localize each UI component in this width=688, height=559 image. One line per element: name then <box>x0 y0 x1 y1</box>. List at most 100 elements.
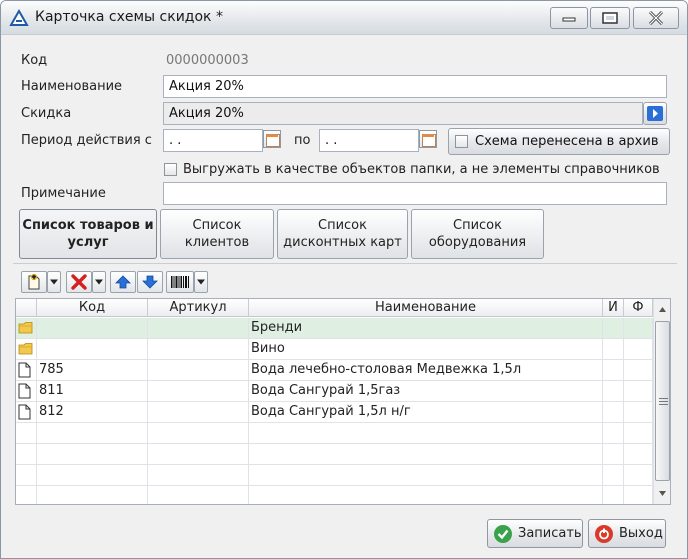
tab-cards-line1: Список <box>318 218 367 233</box>
move-up-button[interactable] <box>110 271 136 293</box>
cell-code <box>37 486 148 504</box>
discount-field[interactable]: Акция 20% <box>163 102 643 125</box>
add-icon <box>28 273 40 290</box>
cell-article <box>148 381 249 402</box>
cell-code <box>37 339 148 360</box>
app-icon <box>9 9 29 26</box>
close-button[interactable] <box>633 7 679 29</box>
table-row[interactable]: Вино <box>16 339 653 360</box>
table-header: Код Артикул Наименование И Ф <box>16 299 653 317</box>
table-row[interactable]: 812 Вода Сангурай 1,5л н/г <box>16 402 653 423</box>
archive-checkbox-button[interactable]: Схема перенесена в архив <box>448 128 670 155</box>
maximize-button[interactable] <box>590 7 630 29</box>
scroll-down-icon[interactable] <box>654 484 671 502</box>
cell-article <box>148 486 249 504</box>
header-f[interactable]: Ф <box>624 299 653 317</box>
export-label: Выгружать в качестве объектов папки, а н… <box>183 162 660 177</box>
table-row[interactable] <box>16 423 653 444</box>
export-checkbox[interactable] <box>164 163 177 176</box>
delete-dropdown-button[interactable] <box>92 271 106 293</box>
cell-code <box>37 444 148 465</box>
exit-button[interactable]: Выход <box>588 519 666 548</box>
cell-name: Вода Сангурай 1,5газ <box>249 381 603 402</box>
move-down-button[interactable] <box>137 271 163 293</box>
cell-flag <box>603 465 624 486</box>
exit-icon <box>595 524 613 543</box>
table-row[interactable]: 811 Вода Сангурай 1,5газ <box>16 381 653 402</box>
cell-article <box>148 402 249 423</box>
cell-flag <box>603 402 624 423</box>
table-row[interactable]: Бренди <box>16 318 653 339</box>
folder-icon <box>18 322 33 334</box>
cell-article <box>148 465 249 486</box>
header-icon-column <box>16 299 37 317</box>
chevron-down-icon <box>95 279 103 285</box>
row-type-cell <box>16 360 37 381</box>
cell-name <box>249 486 603 504</box>
minimize-icon <box>562 17 576 22</box>
save-button[interactable]: Записать <box>487 519 583 548</box>
header-name[interactable]: Наименование <box>249 299 603 317</box>
cell-flag <box>624 444 653 465</box>
header-code[interactable]: Код <box>37 299 148 317</box>
archive-checkbox[interactable] <box>455 135 468 148</box>
cell-flag <box>624 465 653 486</box>
table-row[interactable] <box>16 486 653 504</box>
tab-goods-line1: Список товаров и <box>22 218 154 233</box>
cell-code: 812 <box>37 402 148 423</box>
vertical-scrollbar[interactable] <box>653 299 670 504</box>
cell-name <box>249 423 603 444</box>
tab-clients[interactable]: Список клиентов <box>160 209 274 259</box>
period-to-input[interactable]: . . <box>319 129 419 152</box>
barcode-dropdown-button[interactable] <box>194 271 208 293</box>
move-down-icon <box>142 275 158 289</box>
code-value: 0000000003 <box>166 53 249 68</box>
tab-goods-services[interactable]: Список товаров и услуг <box>19 209 157 259</box>
delete-button[interactable] <box>66 271 92 293</box>
cell-flag <box>624 360 653 381</box>
row-type-cell <box>16 381 37 402</box>
close-icon <box>648 11 664 25</box>
table-row[interactable] <box>16 465 653 486</box>
cell-article <box>148 339 249 360</box>
row-type-cell <box>16 465 37 486</box>
cell-flag <box>603 486 624 504</box>
period-label: Период действия с <box>21 133 152 148</box>
document-icon <box>18 362 31 378</box>
cell-code <box>37 465 148 486</box>
name-input[interactable]: Акция 20% <box>163 75 667 98</box>
note-input[interactable] <box>163 182 667 205</box>
document-icon <box>18 383 31 399</box>
tab-clients-line1: Список <box>192 218 242 233</box>
row-type-cell <box>16 423 37 444</box>
minimize-button[interactable] <box>550 7 588 29</box>
header-i[interactable]: И <box>603 299 624 317</box>
tab-discount-cards[interactable]: Список дисконтных карт <box>277 209 408 259</box>
add-button[interactable] <box>21 271 47 293</box>
tab-equipment[interactable]: Список оборудования <box>411 209 544 259</box>
scroll-thumb[interactable] <box>655 321 670 481</box>
add-dropdown-button[interactable] <box>47 271 61 293</box>
name-label: Наименование <box>21 79 123 94</box>
cell-flag <box>624 402 653 423</box>
table-row[interactable]: 785 Вода лечебно-столовая Медвежка 1,5л <box>16 360 653 381</box>
period-from-input[interactable]: . . <box>163 129 263 152</box>
move-up-icon <box>115 275 131 289</box>
barcode-button[interactable] <box>166 271 194 293</box>
table-row[interactable] <box>16 444 653 465</box>
tab-cards-line2: дисконтных карт <box>283 235 402 250</box>
cell-flag <box>603 423 624 444</box>
header-article[interactable]: Артикул <box>148 299 249 317</box>
period-from-calendar-icon[interactable] <box>263 130 281 148</box>
barcode-icon <box>171 276 189 288</box>
chevron-down-icon <box>197 279 205 285</box>
delete-icon <box>71 274 87 290</box>
cell-flag <box>624 423 653 444</box>
items-table[interactable]: Код Артикул Наименование И Ф Бренди Вино 7… <box>15 298 671 505</box>
discount-select-button[interactable] <box>643 102 667 125</box>
cell-flag <box>624 381 653 402</box>
cell-flag <box>603 444 624 465</box>
cell-name: Вода Сангурай 1,5л н/г <box>249 402 603 423</box>
period-to-calendar-icon[interactable] <box>419 130 437 148</box>
scroll-up-icon[interactable] <box>654 301 671 319</box>
